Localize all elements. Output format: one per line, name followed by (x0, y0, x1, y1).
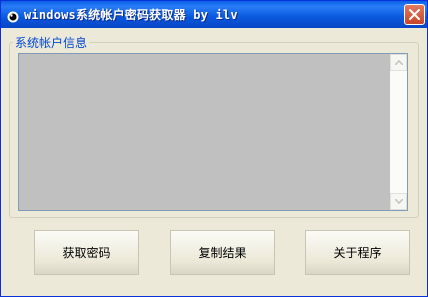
vertical-scrollbar[interactable] (390, 54, 407, 210)
main-window: windows系统帐户密码获取器 by ilv 系统帐户信息 获取密码 复制结果… (0, 0, 428, 297)
get-password-button[interactable]: 获取密码 (34, 230, 139, 275)
app-icon[interactable] (7, 8, 19, 23)
about-button[interactable]: 关于程序 (305, 230, 410, 275)
scroll-down-arrow-icon (395, 199, 403, 204)
groupbox-label: 系统帐户信息 (13, 34, 90, 51)
window-title: windows系统帐户密码获取器 by ilv (24, 8, 238, 22)
close-button[interactable] (404, 4, 425, 25)
scroll-down-button[interactable] (390, 193, 407, 210)
title-bar[interactable]: windows系统帐户密码获取器 by ilv (1, 1, 427, 28)
scroll-up-arrow-icon (395, 60, 403, 65)
close-icon (409, 9, 420, 20)
copy-result-button[interactable]: 复制结果 (170, 230, 275, 275)
account-info-textarea[interactable] (18, 53, 408, 211)
scroll-up-button[interactable] (390, 54, 407, 71)
